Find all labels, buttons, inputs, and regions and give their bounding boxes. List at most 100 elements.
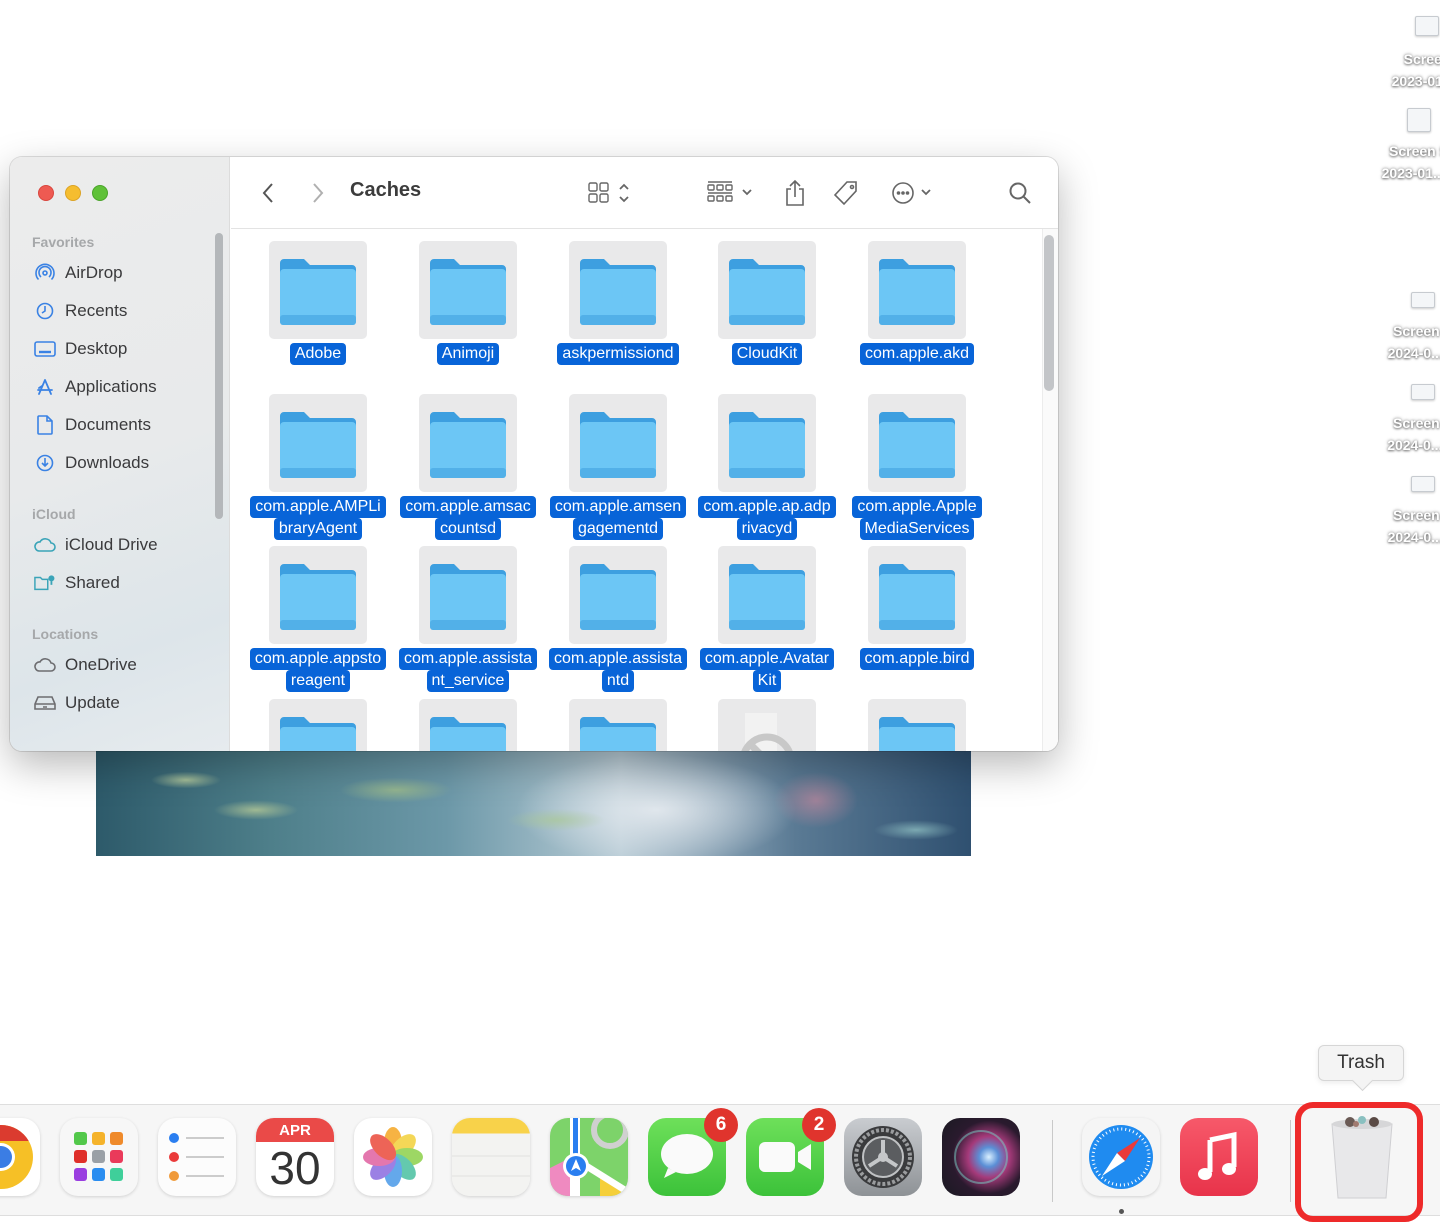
share-button[interactable] — [781, 177, 809, 209]
dock-separator — [1052, 1120, 1053, 1202]
file-item[interactable]: com.apple.amsen gagementd — [543, 394, 693, 540]
file-item[interactable]: com.apple.Apple MediaServices — [842, 394, 992, 540]
vertical-scroll-track[interactable] — [1042, 229, 1058, 751]
maps-icon — [550, 1118, 628, 1196]
group-button[interactable] — [705, 177, 757, 209]
file-item[interactable]: com.apple.Avatar Kit — [692, 546, 842, 692]
dock-app-launchpad[interactable] — [60, 1118, 138, 1196]
file-thumbnail — [569, 546, 667, 644]
file-item[interactable] — [543, 699, 693, 751]
desktop-file-screenshot[interactable]: Screen 2023-01...9 — [1372, 16, 1440, 92]
file-name-label: rivacyd — [736, 518, 798, 540]
file-name-label: MediaServices — [859, 518, 975, 540]
file-item[interactable]: Animoji — [393, 241, 543, 365]
dock-app-facetime[interactable]: 2 — [746, 1108, 836, 1196]
file-thumbnail — [718, 394, 816, 492]
sidebar-item-onedrive[interactable]: OneDrive — [34, 651, 137, 679]
file-name-label: Kit — [752, 670, 782, 692]
dock-app-system-settings[interactable] — [844, 1118, 922, 1196]
file-item[interactable]: Adobe — [243, 241, 393, 365]
desktop-file-screenshot[interactable]: Screen S 2023-01...9. — [1364, 108, 1440, 184]
file-name-label: com.apple.assista — [548, 648, 688, 670]
window-title: Caches — [350, 179, 422, 201]
dock-app-chrome[interactable] — [0, 1118, 40, 1196]
file-item[interactable]: askpermissiond — [543, 241, 693, 365]
dock-app-safari[interactable] — [1082, 1118, 1160, 1196]
running-indicator — [1119, 1209, 1124, 1214]
file-item[interactable]: com.apple.amsac countsd — [393, 394, 543, 540]
file-item[interactable]: com.apple.bird — [842, 546, 992, 670]
sidebar-item-shared[interactable]: Shared — [34, 569, 120, 597]
file-item[interactable] — [243, 699, 393, 751]
file-item[interactable] — [393, 699, 543, 751]
sidebar-section-locations: Locations — [32, 626, 99, 642]
airdrop-icon — [34, 262, 56, 284]
sidebar-item-icloud-drive[interactable]: iCloud Drive — [34, 531, 158, 559]
desktop-file-screenshot[interactable]: Screen S 2024-0...10 — [1368, 292, 1440, 364]
view-mode-button[interactable] — [585, 177, 635, 209]
sidebar-item-recents[interactable]: Recents — [34, 297, 127, 325]
file-thumbnail — [868, 394, 966, 492]
trash-highlight-annotation — [1295, 1102, 1423, 1222]
folder-icon — [280, 259, 356, 325]
file-item[interactable]: com.apple.ap.adp rivacyd — [692, 394, 842, 540]
dock-app-photos[interactable] — [354, 1118, 432, 1196]
file-item[interactable] — [842, 699, 992, 751]
safari-compass-icon — [1089, 1125, 1153, 1189]
folder-icon — [580, 564, 656, 630]
zoom-button[interactable] — [92, 185, 108, 201]
close-button[interactable] — [38, 185, 54, 201]
dock-app-reminders[interactable] — [158, 1118, 236, 1196]
file-item[interactable] — [692, 699, 842, 751]
sidebar-item-applications[interactable]: Applications — [34, 373, 157, 401]
minimize-button[interactable] — [65, 185, 81, 201]
file-item[interactable]: com.apple.AMPLi braryAgent — [243, 394, 393, 540]
file-thumbnail — [419, 241, 517, 339]
back-button[interactable] — [257, 177, 279, 209]
dock-app-maps[interactable] — [550, 1118, 628, 1196]
folder-icon — [729, 564, 805, 630]
sidebar-item-update[interactable]: Update — [34, 689, 120, 717]
folder-icon — [729, 412, 805, 478]
file-name-label: Animoji — [436, 343, 500, 365]
tag-button[interactable] — [831, 177, 861, 209]
download-icon — [34, 452, 56, 474]
dock-app-notes[interactable] — [452, 1118, 530, 1196]
vertical-scrollbar[interactable] — [1044, 235, 1054, 391]
more-actions-button[interactable] — [889, 177, 939, 209]
file-name-label: askpermissiond — [557, 343, 679, 365]
dock-app-calendar[interactable]: APR 30 — [256, 1118, 334, 1196]
folder-icon — [430, 259, 506, 325]
sidebar-item-airdrop[interactable]: AirDrop — [34, 259, 123, 287]
dock-app-siri[interactable] — [942, 1118, 1020, 1196]
more-icon — [892, 182, 931, 204]
desktop-file-screenshot[interactable]: Screen S 2024-0...t 1 — [1368, 384, 1440, 456]
notes-icon — [452, 1155, 530, 1177]
file-thumbnail — [569, 241, 667, 339]
folder-icon — [430, 412, 506, 478]
folder-icon — [280, 564, 356, 630]
search-button[interactable] — [1005, 177, 1035, 209]
clock-icon — [34, 300, 56, 322]
forward-button[interactable] — [307, 177, 329, 209]
file-grid: Adobe Animoji askpermissiond CloudKit com.ap… — [231, 229, 1058, 751]
sidebar-item-downloads[interactable]: Downloads — [34, 449, 149, 477]
file-thumbnail — [718, 546, 816, 644]
screenshot-thumbnail-icon — [1411, 292, 1435, 308]
desktop-file-screenshot[interactable]: Screen S 2024-0...10 — [1368, 476, 1440, 548]
shared-folder-icon — [34, 572, 56, 594]
file-thumbnail — [718, 699, 816, 751]
sidebar-item-documents[interactable]: Documents — [34, 411, 151, 439]
file-thumbnail — [269, 699, 367, 751]
file-item[interactable]: com.apple.akd — [842, 241, 992, 365]
file-thumbnail — [419, 699, 517, 751]
file-item[interactable]: com.apple.assista nt_service — [393, 546, 543, 692]
sidebar-scrollbar[interactable] — [215, 233, 223, 519]
screenshot-thumbnail-icon — [1407, 108, 1431, 132]
file-item[interactable]: com.apple.appsto reagent — [243, 546, 393, 692]
dock-app-music[interactable] — [1180, 1118, 1258, 1196]
file-item[interactable]: com.apple.assista ntd — [543, 546, 693, 692]
dock-app-messages[interactable]: 6 — [648, 1108, 738, 1196]
sidebar-item-desktop[interactable]: Desktop — [34, 335, 127, 363]
file-item[interactable]: CloudKit — [692, 241, 842, 365]
